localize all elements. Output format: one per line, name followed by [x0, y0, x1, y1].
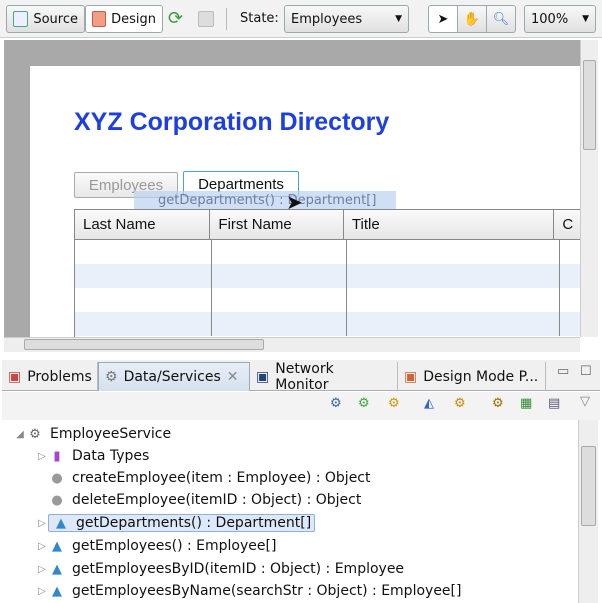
refresh-service-icon[interactable]: ⚙ — [358, 396, 370, 411]
tab-label: Problems — [27, 368, 92, 385]
tab-design-mode[interactable]: ▣ Design Mode P... — [398, 362, 546, 391]
minimize-icon[interactable]: ▭ — [557, 364, 569, 379]
table-row — [75, 288, 580, 312]
table-row — [75, 312, 580, 336]
zoom-value: 100% — [531, 11, 569, 27]
generate-service-call-icon[interactable]: ⚙ — [454, 396, 466, 411]
chevron-down-icon: ▼ — [582, 14, 589, 24]
grid-header: Last Name First Name Title C — [75, 210, 580, 240]
zoom-tool-button[interactable]: 🔍︎ — [486, 5, 516, 33]
divider — [226, 8, 227, 30]
design-toolbar: Source Design ⟳ State: Employees ▼ ➤ ✋ 🔍︎… — [0, 0, 602, 38]
tree-item-label: getEmployeesByName(searchStr : Object) :… — [72, 583, 462, 599]
typed-operation-icon: ▲ — [52, 538, 62, 554]
problems-icon: ▣ — [8, 368, 22, 385]
table-row — [75, 240, 580, 264]
view-menu-icon[interactable]: ▽ — [580, 394, 590, 409]
tree-item-employee-service[interactable]: ◢ ⚙ EmployeeService — [14, 423, 171, 445]
tree-item-selected[interactable]: ▷ ▲ getDepartments() : Department[] — [36, 512, 316, 534]
design-page: XYZ Corporation Directory Employees Depa… — [30, 66, 580, 337]
tree-item-label: Data Types — [72, 448, 150, 464]
hand-icon: ✋ — [463, 11, 481, 27]
typed-operation-icon: ▲ — [52, 583, 62, 599]
data-types-icon: ▮ — [53, 448, 61, 464]
properties-icon[interactable]: ▤ — [548, 396, 560, 411]
select-tool-button[interactable]: ➤ — [428, 5, 458, 33]
typed-operation-icon: ▲ — [56, 515, 66, 531]
collapsed-arrow-icon[interactable]: ▷ — [36, 451, 48, 462]
design-label: Design — [111, 11, 156, 27]
source-icon — [13, 11, 29, 27]
tree-item-label: getEmployeesByID(itemID : Object) : Empl… — [72, 561, 405, 577]
tree-item[interactable]: ▷ ▮ Data Types — [36, 445, 149, 467]
state-value: Employees — [291, 11, 363, 27]
source-label: Source — [33, 11, 78, 27]
arrow-cursor-icon: ➤ — [437, 11, 449, 27]
close-icon[interactable]: ✕ — [227, 369, 239, 385]
data-management-icon[interactable]: ▦ — [520, 396, 532, 411]
tab-problems[interactable]: ▣ Problems — [2, 362, 98, 391]
layout-icon[interactable] — [198, 11, 214, 27]
service-icon: ⚙ — [29, 426, 41, 442]
tab-network-monitor[interactable]: ▣ Network Monitor — [250, 360, 398, 393]
tab-label: Design Mode P... — [423, 368, 539, 385]
tree-item-label: createEmployee(item : Employee) : Object — [72, 470, 371, 486]
tree-vertical-scrollbar[interactable] — [578, 420, 598, 603]
refresh-icon[interactable]: ⟳ — [168, 8, 183, 29]
tab-label: Data/Services — [123, 369, 221, 385]
panel-tabs: ▣ Problems ⚙ Data/Services ✕ ▣ Network Monit… — [2, 360, 600, 393]
tree-item-label: getEmployees() : Employee[] — [72, 538, 277, 554]
data-grid[interactable]: Last Name First Name Title C — [74, 209, 580, 337]
pan-tool-button[interactable]: ✋ — [457, 5, 487, 33]
services-tree: ◢ ⚙ EmployeeService ▷ ▮ Data Types ● createEm… — [2, 420, 578, 603]
generate-code-icon[interactable]: ⚙ — [492, 396, 504, 411]
services-toolbar: ⚙ ⚙ ⚙ ◭ ⚙ ⚙ ▦ ▤ ▽ — [2, 392, 600, 420]
connect-service-icon[interactable]: ⚙ — [330, 396, 342, 411]
collapsed-arrow-icon[interactable]: ▷ — [36, 518, 48, 529]
tab-label: Network Monitor — [275, 360, 334, 393]
expanded-arrow-icon[interactable]: ◢ — [14, 429, 26, 440]
zoom-select[interactable]: 100% ▼ — [524, 5, 596, 33]
column-header-first-name[interactable]: First Name — [210, 210, 344, 239]
chevron-down-icon: ▼ — [395, 14, 402, 24]
tab-data-services[interactable]: ⚙ Data/Services ✕ — [98, 362, 250, 391]
drag-cursor-icon: ➤ — [286, 190, 303, 214]
column-header-title[interactable]: Title — [344, 210, 555, 239]
tree-item-label: deleteEmployee(itemID : Object) : Object — [72, 492, 362, 508]
state-select[interactable]: Employees ▼ — [284, 5, 409, 33]
collapsed-arrow-icon[interactable]: ▷ — [36, 541, 48, 552]
source-button[interactable]: Source — [6, 5, 85, 33]
design-button[interactable]: Design — [85, 5, 163, 33]
canvas-vertical-scrollbar[interactable] — [580, 40, 598, 337]
magnifier-icon: 🔍︎ — [492, 11, 510, 27]
column-header-c[interactable]: C — [554, 210, 580, 239]
operation-icon: ● — [51, 492, 63, 508]
tree-item[interactable]: ● createEmployee(item : Employee) : Objec… — [36, 467, 371, 489]
page-title: XYZ Corporation Directory — [74, 108, 390, 136]
design-icon — [92, 11, 107, 27]
design-icon: ▣ — [404, 368, 418, 385]
canvas-horizontal-scrollbar[interactable] — [4, 337, 580, 352]
typed-operation-icon: ▲ — [52, 561, 62, 577]
tree-item-label: getDepartments() : Department[] — [76, 515, 312, 531]
configure-return-type-icon[interactable]: ◭ — [424, 396, 434, 411]
tree-item[interactable]: ▷ ▲ getEmployeesByID(itemID : Object) : Em… — [36, 558, 404, 580]
services-icon: ⚙ — [105, 369, 118, 385]
tree-item-label: EmployeeService — [50, 426, 172, 442]
operation-icon: ● — [51, 470, 63, 486]
add-operation-icon[interactable]: ⚙ — [388, 396, 400, 411]
tree-item[interactable]: ● deleteEmployee(itemID : Object) : Objec… — [36, 489, 361, 511]
column-header-last-name[interactable]: Last Name — [75, 210, 211, 239]
tree-item[interactable]: ▷ ▲ getEmployees() : Employee[] — [36, 535, 276, 557]
collapsed-arrow-icon[interactable]: ▷ — [36, 564, 48, 575]
tree-item[interactable]: ▷ ▲ getEmployeesByName(searchStr : Object)… — [36, 580, 461, 602]
monitor-icon: ▣ — [256, 368, 270, 385]
table-row — [75, 264, 580, 288]
drag-tooltip: getDepartments() : Department[] — [134, 191, 396, 210]
design-canvas: XYZ Corporation Directory Employees Depa… — [4, 40, 580, 337]
collapsed-arrow-icon[interactable]: ▷ — [36, 586, 48, 597]
maximize-icon[interactable]: ☐ — [580, 364, 592, 379]
state-label: State: — [240, 11, 279, 26]
